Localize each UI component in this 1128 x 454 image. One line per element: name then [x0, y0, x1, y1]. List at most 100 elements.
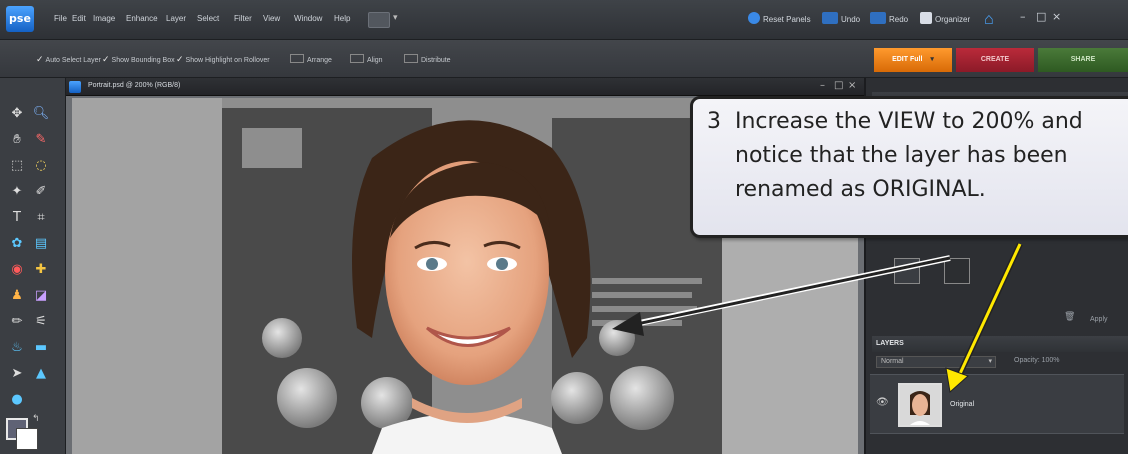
show-bounding-box-label: Show Bounding Box [111, 57, 175, 64]
document-icon [69, 81, 81, 93]
show-highlight-checkbox[interactable]: ✓ Show Highlight on Rollover [176, 54, 270, 65]
distribute-button[interactable]: Distribute [404, 54, 451, 64]
opacity-field[interactable]: Opacity: 100% [1014, 357, 1060, 364]
toolbox: ✥ 🔍︎ ✋︎ ✎ ⬚ ◌ ✦ ✐ T ⌗ ✿ ▤ ◉ ✚ ♟ ◪ ✏ ⚟ ♨ … [0, 78, 66, 454]
document-title: Portrait.psd @ 200% (RGB/8) [88, 82, 181, 89]
options-bar: ✓ Auto Select Layer ✓ Show Bounding Box ✓ S… [0, 40, 1128, 78]
background-color-swatch[interactable] [16, 428, 38, 450]
auto-select-layer-label: Auto Select Layer [45, 57, 101, 64]
clone-stamp-tool-icon[interactable]: ♟ [8, 288, 26, 304]
cookie-cutter-tool-icon[interactable]: ✿ [8, 236, 26, 252]
layer-name[interactable]: Original [950, 401, 974, 408]
home-icon[interactable]: ⌂ [984, 12, 994, 28]
menu-filter[interactable]: Filter [234, 14, 252, 23]
reset-panels-button[interactable]: Reset Panels [748, 12, 811, 28]
organizer-button[interactable]: Organizer [920, 12, 970, 28]
menu-bar: pse File Edit Image Enhance Layer Select… [0, 0, 1128, 40]
effect-thumbnail[interactable] [944, 258, 970, 284]
apply-button[interactable]: Apply [1090, 316, 1108, 323]
menu-file[interactable]: File [54, 14, 67, 23]
lasso-tool-icon[interactable]: ◌ [32, 158, 50, 174]
menu-image[interactable]: Image [93, 14, 115, 23]
shape-tool-icon[interactable]: ▲ [32, 366, 50, 382]
straighten-tool-icon[interactable]: ▤ [32, 236, 50, 252]
gradient-tool-icon[interactable]: ▬ [32, 340, 50, 356]
trash-icon[interactable]: 🗑︎ [1064, 312, 1075, 322]
document-title-bar: Portrait.psd @ 200% (RGB/8) – □ × [66, 78, 864, 96]
healing-brush-tool-icon[interactable]: ✚ [32, 262, 50, 278]
magic-wand-tool-icon[interactable]: ✦ [8, 184, 26, 200]
redo-label: Redo [889, 15, 909, 24]
undo-icon [822, 12, 838, 24]
pse-logo: pse [6, 6, 34, 32]
doc-close-button[interactable]: × [848, 80, 856, 91]
align-icon [350, 54, 364, 63]
menu-layer[interactable]: Layer [166, 14, 186, 23]
tab-edit[interactable]: EDIT Full [874, 48, 952, 72]
zoom-tool-icon[interactable]: 🔍︎ [32, 106, 50, 122]
blend-mode-select[interactable]: Normal [876, 356, 996, 368]
instruction-callout: 3 Increase the VIEW to 200% and notice t… [690, 96, 1128, 238]
distribute-icon [404, 54, 418, 63]
type-tool-icon[interactable]: T [8, 210, 26, 226]
minimize-button[interactable]: – [1020, 10, 1026, 23]
redo-button[interactable]: Redo [870, 12, 908, 28]
crop-tool-icon[interactable]: ⌗ [32, 210, 50, 226]
doc-minimize-button[interactable]: – [820, 80, 825, 91]
redo-icon [870, 12, 886, 24]
blur-tool-icon[interactable]: ● [8, 392, 26, 408]
move-tool-icon[interactable]: ✥ [8, 106, 26, 122]
screen-mode-button[interactable] [368, 12, 398, 28]
organizer-label: Organizer [935, 15, 971, 24]
organizer-icon [920, 12, 932, 24]
undo-label: Undo [841, 15, 861, 24]
callout-line-2: notice that the layer has been [735, 143, 1068, 168]
show-bounding-box-checkbox[interactable]: ✓ Show Bounding Box [102, 54, 175, 65]
callout-step-number: 3 [707, 109, 721, 134]
menu-view[interactable]: View [263, 14, 280, 23]
layer-thumbnail-image [900, 385, 940, 425]
eraser-tool-icon[interactable]: ◪ [32, 288, 50, 304]
eyedropper-tool-icon[interactable]: ✎ [32, 132, 50, 148]
doc-maximize-button[interactable]: □ [834, 80, 843, 91]
marquee-tool-icon[interactable]: ⬚ [8, 158, 26, 174]
show-highlight-label: Show Highlight on Rollover [185, 57, 270, 64]
menu-window[interactable]: Window [294, 14, 322, 23]
distribute-label: Distribute [421, 57, 451, 64]
reset-icon [748, 12, 760, 24]
callout-line-3: renamed as ORIGINAL. [735, 177, 986, 202]
arrange-button[interactable]: Arrange [290, 54, 332, 64]
align-button[interactable]: Align [350, 54, 383, 64]
checkmark-icon: ✓ [176, 54, 184, 64]
checkmark-icon: ✓ [102, 54, 110, 64]
effect-thumbnail[interactable] [894, 258, 920, 284]
red-eye-tool-icon[interactable]: ◉ [8, 262, 26, 278]
brush-tool-icon[interactable]: ✏ [8, 314, 26, 330]
reset-panels-label: Reset Panels [763, 15, 811, 24]
layer-row-original[interactable]: 👁︎ Original [870, 374, 1124, 434]
close-button[interactable]: × [1052, 10, 1061, 23]
align-label: Align [367, 57, 383, 64]
tab-share[interactable]: SHARE [1038, 48, 1128, 72]
shape-selection-tool-icon[interactable]: ➤ [8, 366, 26, 382]
maximize-button[interactable]: □ [1036, 10, 1046, 23]
arrange-icon [290, 54, 304, 63]
checkmark-icon: ✓ [36, 54, 44, 64]
selection-brush-tool-icon[interactable]: ✐ [32, 184, 50, 200]
smart-brush-tool-icon[interactable]: ⚟ [32, 314, 50, 330]
auto-select-layer-checkbox[interactable]: ✓ Auto Select Layer [36, 54, 101, 65]
paint-bucket-tool-icon[interactable]: ♨ [8, 340, 26, 356]
undo-button[interactable]: Undo [822, 12, 860, 28]
hand-tool-icon[interactable]: ✋︎ [8, 132, 26, 148]
menu-edit[interactable]: Edit [72, 14, 86, 23]
tab-create[interactable]: CREATE [956, 48, 1034, 72]
swap-colors-icon[interactable]: ↰ [32, 414, 40, 424]
arrange-label: Arrange [307, 57, 332, 64]
menu-help[interactable]: Help [334, 14, 350, 23]
callout-line-1: Increase the VIEW to 200% and [735, 109, 1083, 134]
layer-thumbnail [898, 383, 942, 427]
menu-select[interactable]: Select [197, 14, 219, 23]
eye-icon[interactable]: 👁︎ [876, 397, 889, 408]
menu-enhance[interactable]: Enhance [126, 14, 158, 23]
layers-panel-header[interactable]: LAYERS [872, 336, 1128, 352]
